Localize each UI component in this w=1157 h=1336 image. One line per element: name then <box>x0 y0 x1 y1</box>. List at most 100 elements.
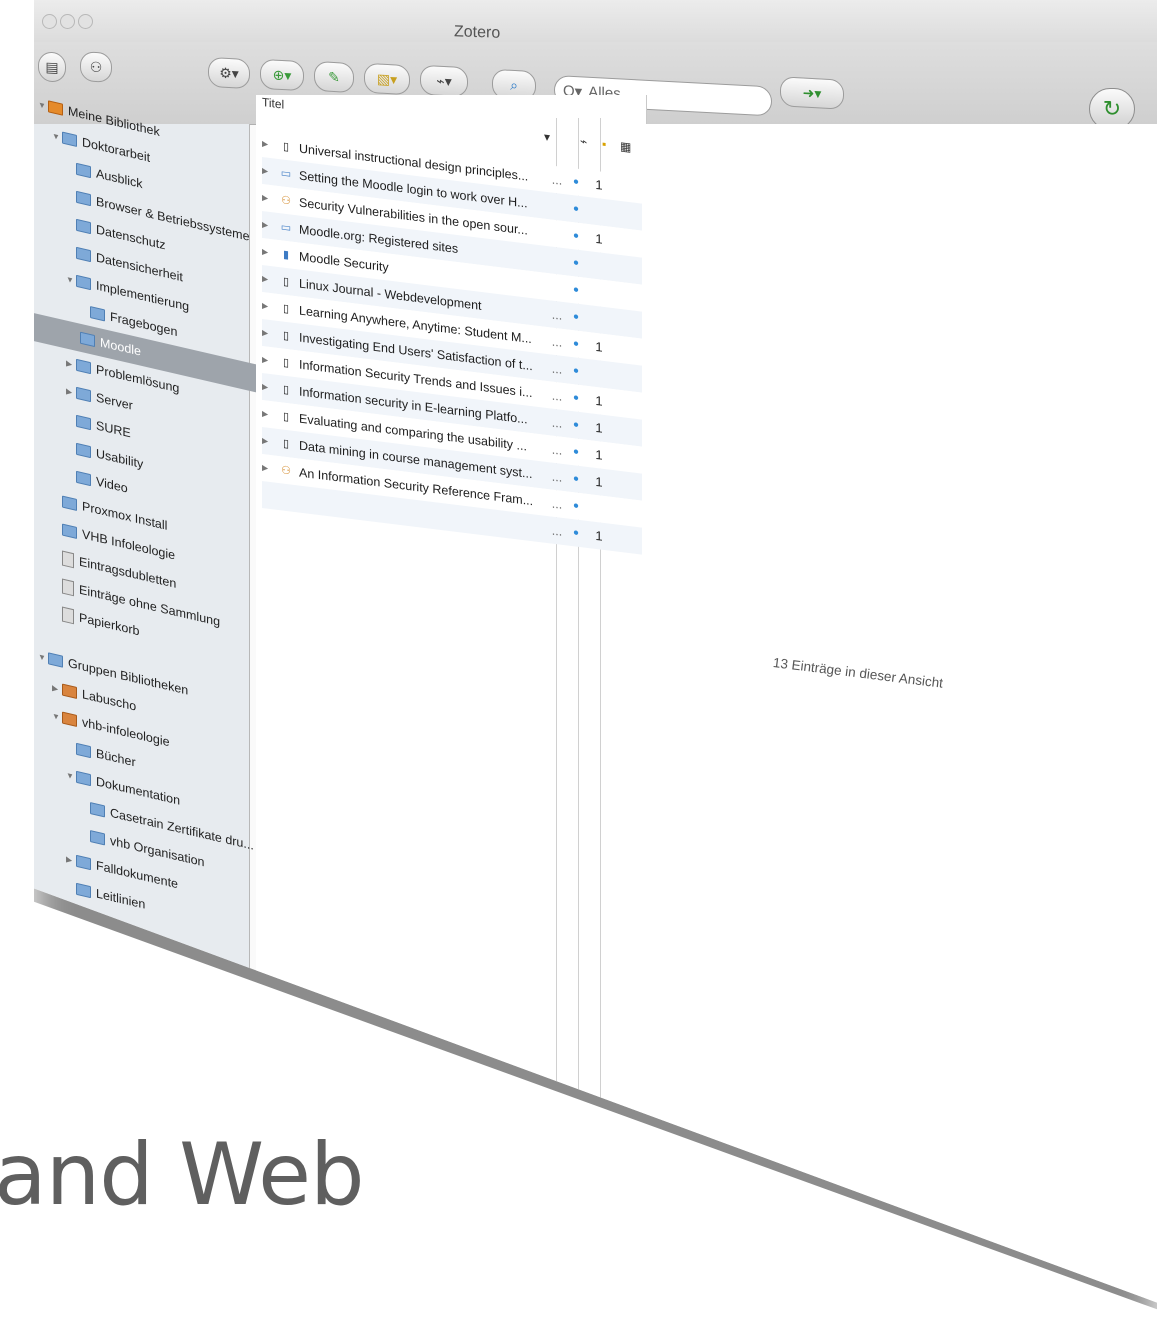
disclosure-closed-icon[interactable]: ▶ <box>66 386 76 397</box>
attachment-dot-icon[interactable]: ● <box>565 445 587 459</box>
notes-count <box>587 507 611 510</box>
disclosure-closed-icon[interactable]: ▶ <box>66 358 76 369</box>
folder-icon <box>62 495 77 512</box>
item-extra: ... <box>551 442 563 458</box>
disclosure-closed-icon[interactable] <box>52 611 62 613</box>
sidebar-item-label: Bücher <box>96 746 136 770</box>
attachment-dot-icon[interactable]: ● <box>565 310 587 324</box>
new-item-button[interactable]: ⊕▾ <box>260 58 304 92</box>
row-twisty-icon[interactable]: ▶ <box>262 409 278 420</box>
locate-arrow-icon: ➜▾ <box>802 84 822 101</box>
attachment-dot-icon[interactable]: ● <box>565 472 587 486</box>
actions-button[interactable]: ⚙▾ <box>208 56 250 90</box>
zoom-window-button[interactable] <box>78 14 93 29</box>
disclosure-closed-icon[interactable] <box>66 418 76 420</box>
attachment-dot-icon[interactable]: ● <box>565 283 587 297</box>
item-extra: ... <box>551 307 563 323</box>
group-icon: ⚇ <box>89 58 103 75</box>
document-icon: ▯ <box>282 383 290 397</box>
disclosure-open-icon[interactable]: ▼ <box>52 131 62 142</box>
disclosure-closed-icon[interactable] <box>66 474 76 476</box>
row-twisty-icon[interactable]: ▶ <box>262 220 278 231</box>
disclosure-closed-icon[interactable] <box>52 527 62 529</box>
locate-button[interactable]: ➜▾ <box>780 76 844 110</box>
attachment-dot-icon[interactable]: ● <box>565 202 587 216</box>
window-title: Zotero <box>454 23 501 42</box>
disclosure-closed-icon[interactable] <box>80 834 90 836</box>
row-twisty-icon[interactable]: ▶ <box>262 328 278 339</box>
disclosure-closed-icon[interactable]: ▶ <box>52 683 62 694</box>
column-header-title[interactable]: Titel <box>262 95 284 112</box>
disclosure-closed-icon[interactable] <box>66 886 76 888</box>
row-twisty-icon[interactable]: ▶ <box>262 139 278 150</box>
attachment-dot-icon[interactable]: ● <box>565 391 587 405</box>
date-column-icon[interactable]: ▦ <box>620 139 631 154</box>
attachment-column-icon[interactable]: ⌁ <box>580 134 587 149</box>
add-by-identifier-button[interactable]: ✎ <box>314 60 354 94</box>
disclosure-closed-icon[interactable]: ▶ <box>66 854 76 865</box>
attachment-dot-icon[interactable]: ● <box>565 256 587 270</box>
disclosure-closed-icon[interactable] <box>80 310 90 312</box>
attachment-dot-icon[interactable]: ● <box>565 499 587 513</box>
row-twisty-icon[interactable]: ▶ <box>262 436 278 447</box>
new-note-button[interactable]: ▧▾ <box>364 62 410 96</box>
item-extra: ... <box>551 523 563 539</box>
new-collection-button[interactable]: ▤ <box>38 51 66 83</box>
minimize-window-button[interactable] <box>60 14 75 29</box>
disclosure-open-icon[interactable]: ▼ <box>38 652 48 663</box>
folder-icon <box>80 331 95 348</box>
disclosure-closed-icon[interactable] <box>52 555 62 557</box>
disclosure-open-icon[interactable]: ▼ <box>52 711 62 722</box>
attachment-dot-icon[interactable]: ● <box>565 418 587 432</box>
disclosure-open-icon[interactable]: ▼ <box>66 770 76 781</box>
unfiled-icon <box>62 578 74 596</box>
row-twisty-icon[interactable]: ▶ <box>262 382 278 393</box>
attachment-dot-icon[interactable]: ● <box>565 526 587 540</box>
row-twisty-icon[interactable]: ▶ <box>262 247 278 258</box>
duplicates-icon <box>62 550 74 568</box>
sidebar-item-label: Leitlinien <box>96 886 146 912</box>
disclosure-closed-icon[interactable] <box>70 335 80 337</box>
folder-icon <box>76 882 91 899</box>
disclosure-closed-icon[interactable] <box>66 222 76 224</box>
row-twisty-icon[interactable]: ▶ <box>262 274 278 285</box>
folder-icon <box>76 470 91 487</box>
disclosure-closed-icon[interactable] <box>66 166 76 168</box>
attachment-dot-icon[interactable]: ● <box>565 175 587 189</box>
row-twisty-icon[interactable]: ▶ <box>262 355 278 366</box>
magic-wand-icon: ✎ <box>328 68 340 85</box>
add-attachment-button[interactable]: ⌁▾ <box>420 64 468 98</box>
document-icon: ▯ <box>282 275 290 289</box>
disclosure-open-icon[interactable]: ▼ <box>66 274 76 285</box>
notes-count: 1 <box>595 176 603 193</box>
row-twisty-icon[interactable]: ▶ <box>262 193 278 204</box>
attachment-dot-icon[interactable]: ● <box>565 229 587 243</box>
sidebar-item-label: Moodle <box>100 335 141 359</box>
disclosure-closed-icon[interactable] <box>66 194 76 196</box>
attachment-dot-icon[interactable]: ● <box>565 364 587 378</box>
group-item-icon: ⚇ <box>281 464 291 478</box>
disclosure-open-icon[interactable]: ▼ <box>38 100 48 111</box>
disclosure-closed-icon[interactable] <box>66 446 76 448</box>
notes-count <box>587 210 611 213</box>
close-window-button[interactable] <box>42 14 57 29</box>
row-twisty-icon[interactable]: ▶ <box>262 463 278 474</box>
notes-count: 1 <box>595 527 603 544</box>
new-group-button[interactable]: ⚇ <box>80 51 112 83</box>
disclosure-closed-icon[interactable] <box>52 499 62 501</box>
disclosure-closed-icon[interactable] <box>66 250 76 252</box>
folder-icon <box>90 802 105 818</box>
disclosure-closed-icon[interactable] <box>80 806 90 808</box>
notes-column-icon[interactable]: ▪ <box>602 137 606 152</box>
webpage-icon: ▭ <box>280 221 292 235</box>
title-bar: Zotero <box>34 0 1157 42</box>
folder-icon <box>76 386 91 403</box>
row-twisty-icon[interactable] <box>262 495 278 497</box>
disclosure-closed-icon[interactable] <box>66 746 76 748</box>
row-twisty-icon[interactable]: ▶ <box>262 166 278 177</box>
disclosure-closed-icon[interactable] <box>52 583 62 585</box>
folder-icon <box>76 742 91 759</box>
folder-icon <box>90 306 105 322</box>
row-twisty-icon[interactable]: ▶ <box>262 301 278 312</box>
attachment-dot-icon[interactable]: ● <box>565 337 587 351</box>
